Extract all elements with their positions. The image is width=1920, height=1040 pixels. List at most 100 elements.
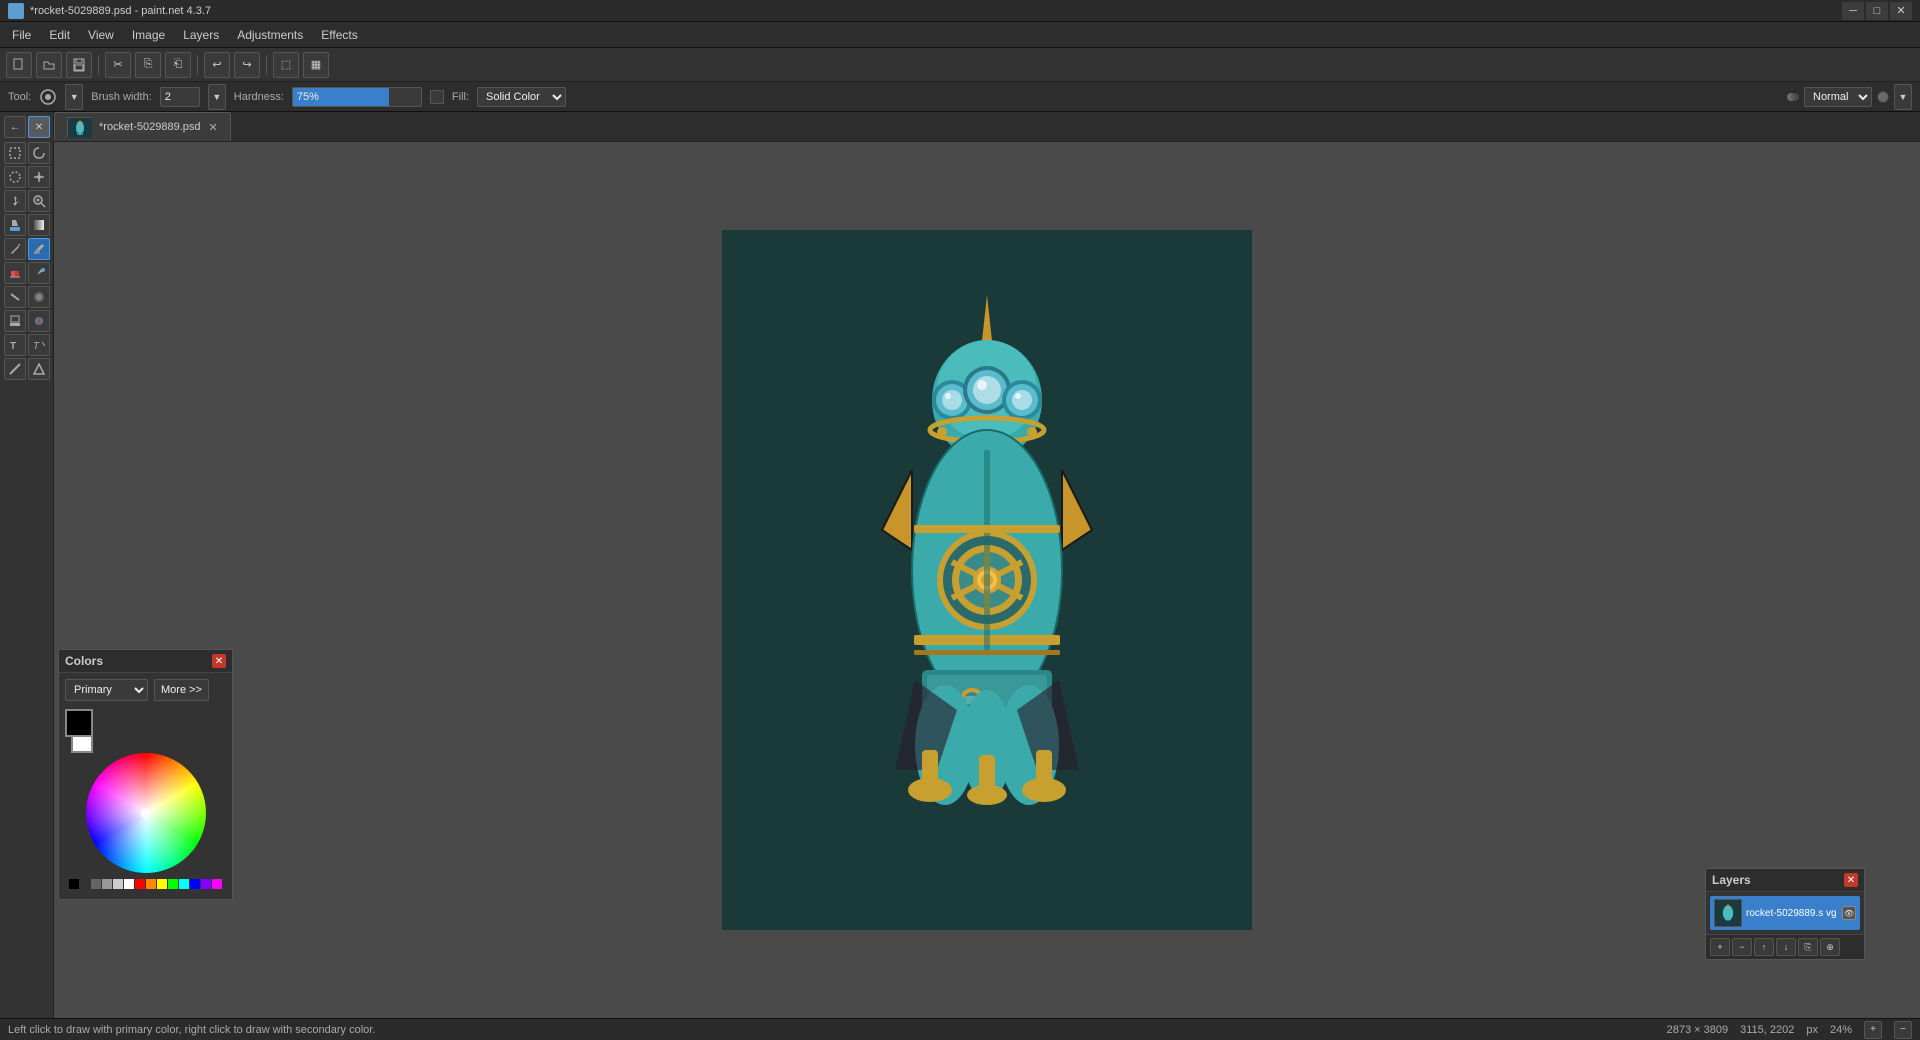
brush-width-dropdown[interactable]: ▼ xyxy=(208,84,226,110)
blend-mode-select[interactable]: Normal Multiply Screen xyxy=(1804,87,1872,107)
menu-view[interactable]: View xyxy=(80,25,122,45)
canvas-container: 1 xyxy=(722,230,1252,930)
line-tool[interactable] xyxy=(4,358,26,380)
color-mode-select[interactable]: Primary Secondary xyxy=(65,679,148,701)
color-wheel-cursor xyxy=(141,808,151,818)
paste-button[interactable]: ⎗ xyxy=(165,52,191,78)
open-button[interactable] xyxy=(36,52,62,78)
brush-width-input[interactable] xyxy=(160,87,200,107)
paint-bucket-tool[interactable] xyxy=(4,214,26,236)
copy-button[interactable]: ⎘ xyxy=(135,52,161,78)
layers-add-btn[interactable]: + xyxy=(1710,938,1730,956)
palette-color-cyan[interactable] xyxy=(179,879,189,889)
color-wheel-container[interactable] xyxy=(65,753,226,873)
statusbar-right: 2873 × 3809 3115, 2202 px 24% + − xyxy=(1667,1021,1912,1039)
tool-label: Tool: xyxy=(8,91,31,103)
eraser-tool[interactable] xyxy=(4,262,26,284)
tool-row-8 xyxy=(4,310,49,332)
zoom-out-btn[interactable]: − xyxy=(1894,1021,1912,1039)
palette-color-gray[interactable] xyxy=(91,879,101,889)
text-distort-tool[interactable]: T xyxy=(28,334,50,356)
palette-color-silver[interactable] xyxy=(113,879,123,889)
palette-color-purple[interactable] xyxy=(201,879,211,889)
colorize-tool[interactable] xyxy=(28,310,50,332)
color-picker-tool[interactable] xyxy=(28,262,50,284)
palette-color-orange[interactable] xyxy=(146,879,156,889)
layer-visibility-toggle[interactable]: 👁 xyxy=(1842,906,1856,920)
menu-file[interactable]: File xyxy=(4,25,39,45)
colors-more-button[interactable]: More >> xyxy=(154,679,209,701)
layers-bottom-toolbar: + − ↑ ↓ ⎘ ⊕ xyxy=(1706,934,1864,959)
tool-row-3 xyxy=(4,190,49,212)
palette-color-lightgray[interactable] xyxy=(102,879,112,889)
app-icon xyxy=(8,3,24,19)
deselect-button[interactable]: ⬚ xyxy=(273,52,299,78)
close-btn[interactable]: ✕ xyxy=(28,116,50,138)
blur-tool[interactable] xyxy=(28,286,50,308)
layers-merge-btn[interactable]: ⊕ xyxy=(1820,938,1840,956)
layers-move-down-btn[interactable]: ↓ xyxy=(1776,938,1796,956)
ellipse-select-tool[interactable] xyxy=(4,166,26,188)
palette-color-darkgray[interactable] xyxy=(80,879,90,889)
undo-button[interactable]: ↩ xyxy=(204,52,230,78)
zoom-in-btn[interactable]: + xyxy=(1864,1021,1882,1039)
palette-color-magenta[interactable] xyxy=(212,879,222,889)
primary-color-swatch[interactable] xyxy=(65,709,93,737)
menu-edit[interactable]: Edit xyxy=(41,25,78,45)
save-button[interactable] xyxy=(66,52,92,78)
menu-adjustments[interactable]: Adjustments xyxy=(229,25,311,45)
layers-duplicate-btn[interactable]: ⎘ xyxy=(1798,938,1818,956)
magic-wand-tool[interactable] xyxy=(28,166,50,188)
close-button[interactable]: ✕ xyxy=(1890,2,1912,20)
hardness-slider[interactable]: 75% xyxy=(292,87,422,107)
layers-panel-close-button[interactable]: ✕ xyxy=(1844,873,1858,887)
redo-button[interactable]: ↪ xyxy=(234,52,260,78)
menu-layers[interactable]: Layers xyxy=(175,25,227,45)
tab-close-btn[interactable]: ✕ xyxy=(209,121,218,134)
fill-select[interactable]: Solid Color No Fill Background xyxy=(477,87,566,107)
lasso-select-tool[interactable] xyxy=(28,142,50,164)
palette-color-yellow[interactable] xyxy=(157,879,167,889)
pencil-tool[interactable] xyxy=(4,238,26,260)
tool-options-dropdown[interactable]: ▼ xyxy=(65,84,83,110)
minimize-button[interactable]: ─ xyxy=(1842,2,1864,20)
restore-button[interactable]: □ xyxy=(1866,2,1888,20)
layers-move-up-btn[interactable]: ↑ xyxy=(1754,938,1774,956)
new-button[interactable] xyxy=(6,52,32,78)
shapes-tool[interactable] xyxy=(28,358,50,380)
palette-color-blue[interactable] xyxy=(190,879,200,889)
canvas-area[interactable]: *rocket-5029889.psd ✕ xyxy=(54,112,1920,1018)
stamp-tool[interactable] xyxy=(4,310,26,332)
menu-image[interactable]: Image xyxy=(124,25,173,45)
brush-tool[interactable] xyxy=(28,238,50,260)
options-bar: Tool: ▼ Brush width: ▼ Hardness: 75% Fil… xyxy=(0,82,1920,112)
document-tab[interactable]: *rocket-5029889.psd ✕ xyxy=(54,112,231,141)
toolbar-sep-3 xyxy=(266,55,267,75)
main-content: ← ✕ xyxy=(0,112,1920,1018)
hardness-checkbox[interactable] xyxy=(430,90,444,104)
color-swatches-area xyxy=(65,709,226,745)
palette-color-green[interactable] xyxy=(168,879,178,889)
palette-color-white[interactable] xyxy=(124,879,134,889)
colors-panel-close-button[interactable]: ✕ xyxy=(212,654,226,668)
cut-button[interactable]: ✂ xyxy=(105,52,131,78)
history-back-btn[interactable]: ← xyxy=(4,116,26,138)
palette-color-black[interactable] xyxy=(69,879,79,889)
text-tool[interactable]: T xyxy=(4,334,26,356)
smudge-tool[interactable] xyxy=(4,286,26,308)
opacity-dropdown[interactable]: ▼ xyxy=(1894,84,1912,110)
move-tool[interactable] xyxy=(4,190,26,212)
tool-row-2 xyxy=(4,166,49,188)
color-wheel[interactable] xyxy=(86,753,206,873)
select-all-button[interactable]: ▦ xyxy=(303,52,329,78)
layers-panel: Layers ✕ rocket-5029889.s vg 👁 + − ↑ ↓ ⎘… xyxy=(1705,868,1865,960)
layer-item[interactable]: rocket-5029889.s vg 👁 xyxy=(1710,896,1860,930)
layers-delete-btn[interactable]: − xyxy=(1732,938,1752,956)
zoom-tool[interactable] xyxy=(28,190,50,212)
palette-color-red[interactable] xyxy=(135,879,145,889)
document-tab-bar: *rocket-5029889.psd ✕ xyxy=(54,112,1920,142)
menu-effects[interactable]: Effects xyxy=(313,25,365,45)
rectangle-select-tool[interactable] xyxy=(4,142,26,164)
gradient-tool[interactable] xyxy=(28,214,50,236)
canvas[interactable]: 1 xyxy=(722,230,1252,930)
